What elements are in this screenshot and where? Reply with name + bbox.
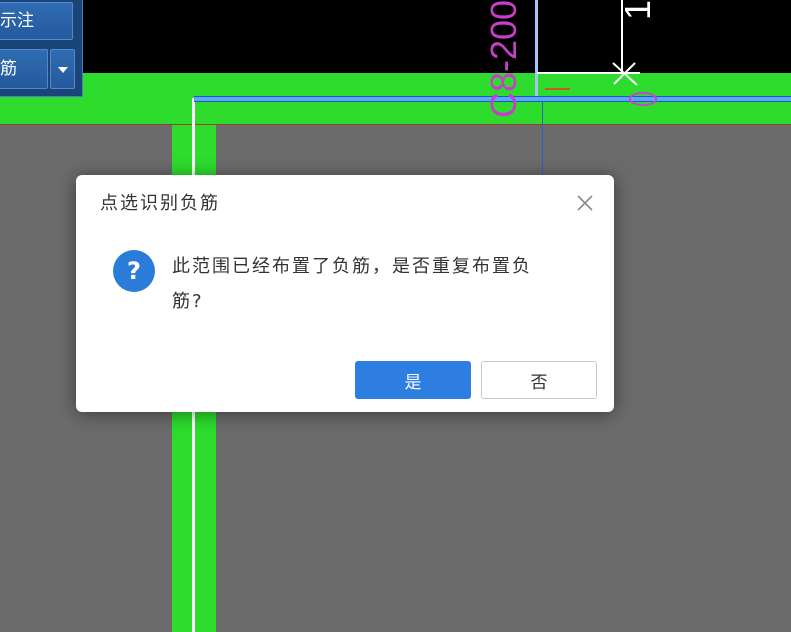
hook-mark (545, 88, 570, 90)
dimension-tick-mark (612, 62, 638, 86)
app-window: C8-200 1 示注 筋 点选识别负筋 ? 此范围已经布置了负筋，是否重复布置… (0, 0, 791, 632)
toolbar-panel: 示注 筋 (0, 0, 83, 97)
confirm-dialog: 点选识别负筋 ? 此范围已经布置了负筋，是否重复布置负筋? 是 否 (76, 175, 614, 412)
rebar-annotation-text: C8-200 (483, 0, 524, 118)
dialog-message: 此范围已经布置了负筋，是否重复布置负筋? (172, 256, 532, 312)
dimension-text: 1 (617, 0, 658, 20)
rebar-line-vertical (535, 0, 538, 96)
canvas-dark-region (0, 0, 791, 73)
close-button[interactable] (575, 193, 595, 213)
question-icon: ? (113, 250, 155, 292)
toolbar-rebar-dropdown[interactable] (50, 49, 75, 89)
question-icon-glyph: ? (127, 257, 141, 285)
beam-edge-line (0, 124, 791, 125)
toolbar-rebar-button[interactable]: 筋 (0, 49, 48, 89)
close-icon (577, 195, 593, 211)
dialog-title: 点选识别负筋 (100, 193, 220, 214)
rebar-end-marker (629, 92, 657, 106)
no-button[interactable]: 否 (481, 361, 597, 399)
yes-button[interactable]: 是 (355, 361, 471, 399)
guide-line (542, 102, 543, 175)
toolbar-button-label: 筋 (0, 59, 17, 79)
toolbar-button-label: 示注 (0, 11, 34, 31)
toolbar-annotate-button[interactable]: 示注 (0, 2, 73, 40)
caret-down-icon (58, 67, 68, 73)
